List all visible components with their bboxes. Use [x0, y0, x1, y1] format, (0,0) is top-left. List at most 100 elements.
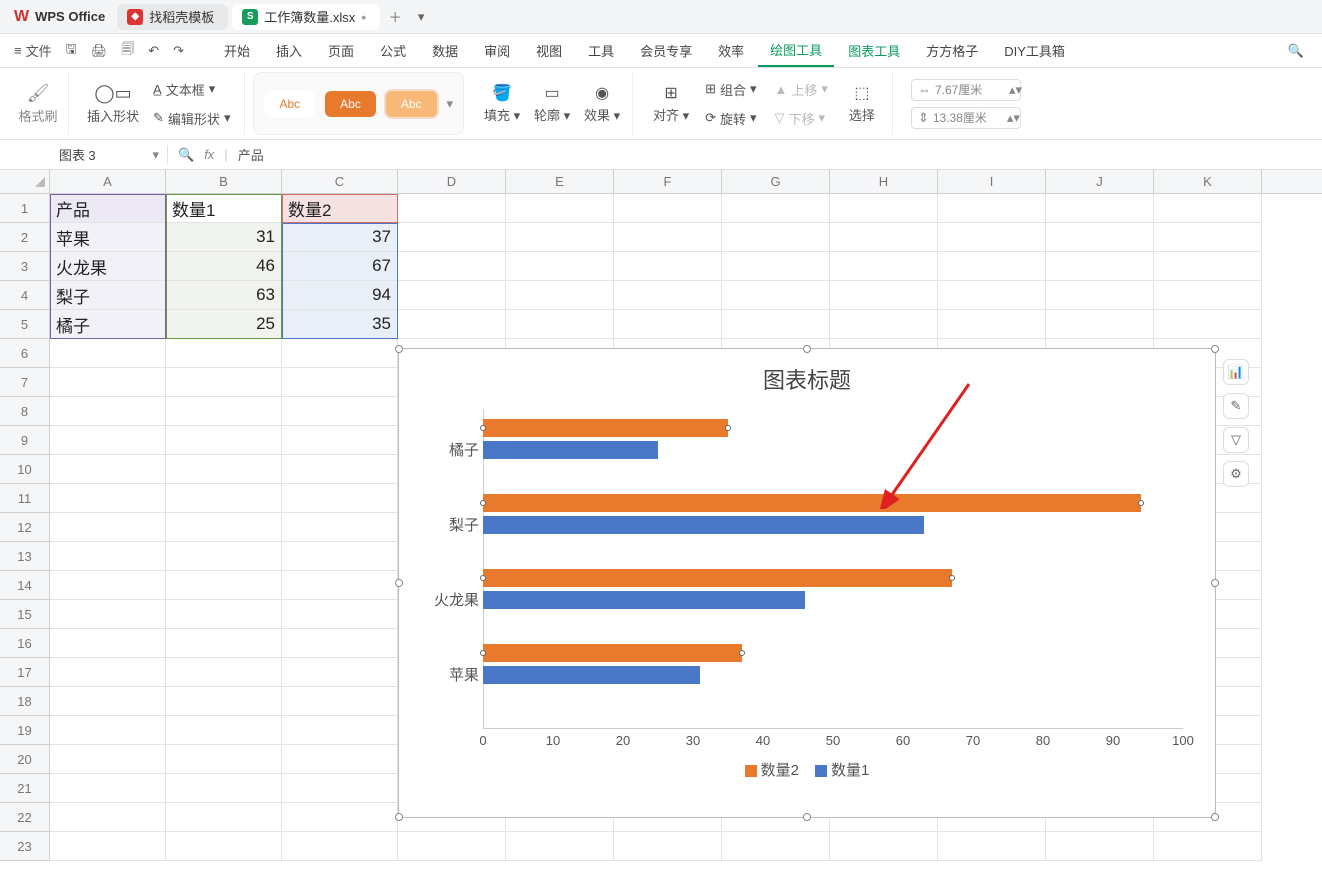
cell[interactable] [50, 571, 166, 600]
cell[interactable] [166, 716, 282, 745]
bar-数量2[interactable] [483, 644, 742, 662]
cell[interactable] [1154, 252, 1262, 281]
cell[interactable] [1154, 832, 1262, 861]
row-header[interactable]: 18 [0, 687, 50, 716]
cell[interactable] [398, 194, 506, 223]
menu-member[interactable]: 会员专享 [628, 35, 704, 66]
cell[interactable] [614, 281, 722, 310]
cell[interactable] [166, 687, 282, 716]
cell[interactable] [282, 426, 398, 455]
cell[interactable] [282, 745, 398, 774]
cell[interactable] [282, 687, 398, 716]
cell[interactable]: 数量2 [282, 194, 398, 223]
cell[interactable]: 产品 [50, 194, 166, 223]
outline-button[interactable]: ▭轮廓 ▾ [532, 83, 572, 124]
save-icon[interactable]: 🖫 [60, 36, 83, 66]
print-icon[interactable]: 🖨 [85, 39, 114, 63]
cell[interactable] [506, 832, 614, 861]
menu-formula[interactable]: 公式 [368, 35, 418, 66]
cell[interactable] [50, 687, 166, 716]
select-all-corner[interactable] [0, 170, 50, 193]
cell[interactable] [166, 600, 282, 629]
height-input[interactable]: ⇕▴▾ [911, 107, 1021, 129]
cell[interactable] [166, 339, 282, 368]
cell[interactable] [1046, 252, 1154, 281]
cell[interactable] [282, 716, 398, 745]
bar-数量2[interactable] [483, 494, 1141, 512]
cell[interactable] [50, 716, 166, 745]
cell[interactable] [830, 310, 938, 339]
cell[interactable]: 梨子 [50, 281, 166, 310]
cell[interactable] [1154, 223, 1262, 252]
cell[interactable] [166, 571, 282, 600]
search-button[interactable]: 🔍 [1278, 39, 1314, 63]
cell[interactable] [830, 194, 938, 223]
cell[interactable] [830, 281, 938, 310]
cell[interactable] [614, 194, 722, 223]
style-preset-2[interactable]: Abc [325, 91, 376, 117]
cell[interactable]: 35 [282, 310, 398, 339]
edit-shape-button[interactable]: ✎编辑形状▾ [149, 107, 234, 130]
cell[interactable] [166, 455, 282, 484]
chart-title[interactable]: 图表标题 [399, 349, 1215, 399]
row-header[interactable]: 14 [0, 571, 50, 600]
cell[interactable] [282, 658, 398, 687]
cell[interactable] [614, 832, 722, 861]
cell[interactable] [398, 832, 506, 861]
cell[interactable] [50, 629, 166, 658]
cell[interactable] [166, 629, 282, 658]
col-header-A[interactable]: A [50, 170, 166, 193]
preview-icon[interactable]: 🗐 [115, 36, 140, 66]
menu-insert[interactable]: 插入 [264, 35, 314, 66]
row-header[interactable]: 23 [0, 832, 50, 861]
cell[interactable]: 63 [166, 281, 282, 310]
redo-icon[interactable]: ↷ [167, 39, 190, 63]
cell[interactable] [938, 252, 1046, 281]
cell[interactable] [1154, 194, 1262, 223]
menu-data[interactable]: 数据 [420, 35, 470, 66]
cell[interactable] [166, 832, 282, 861]
cell[interactable] [1046, 310, 1154, 339]
cell[interactable] [282, 774, 398, 803]
row-header[interactable]: 1 [0, 194, 50, 223]
style-preset-3[interactable]: Abc [386, 91, 437, 117]
bar-数量2[interactable] [483, 419, 728, 437]
cell[interactable] [166, 745, 282, 774]
cell[interactable] [1154, 281, 1262, 310]
cell[interactable] [506, 252, 614, 281]
row-header[interactable]: 7 [0, 368, 50, 397]
cell[interactable] [938, 194, 1046, 223]
col-header-E[interactable]: E [506, 170, 614, 193]
menu-tools[interactable]: 工具 [576, 35, 626, 66]
cell[interactable]: 火龙果 [50, 252, 166, 281]
cell[interactable] [50, 774, 166, 803]
cell[interactable] [830, 223, 938, 252]
cell[interactable] [50, 658, 166, 687]
cell[interactable]: 31 [166, 223, 282, 252]
col-header-C[interactable]: C [282, 170, 398, 193]
cell[interactable] [166, 803, 282, 832]
col-header-F[interactable]: F [614, 170, 722, 193]
bar-数量1[interactable] [483, 591, 805, 609]
col-header-K[interactable]: K [1154, 170, 1262, 193]
row-header[interactable]: 12 [0, 513, 50, 542]
cell[interactable] [722, 281, 830, 310]
group-button[interactable]: ⊞组合▾ [701, 78, 760, 101]
cell[interactable] [50, 426, 166, 455]
chart-settings-button[interactable]: ⚙ [1223, 461, 1249, 487]
rotate-button[interactable]: ⟳旋转▾ [701, 107, 760, 130]
cell[interactable] [1046, 194, 1154, 223]
cell[interactable] [398, 223, 506, 252]
cell[interactable] [282, 629, 398, 658]
cell[interactable] [50, 484, 166, 513]
cell[interactable] [50, 803, 166, 832]
effect-button[interactable]: ◉效果 ▾ [582, 83, 622, 124]
menu-drawing-tools[interactable]: 绘图工具 [758, 34, 834, 67]
cell[interactable] [398, 310, 506, 339]
row-header[interactable]: 11 [0, 484, 50, 513]
insert-shape-button[interactable]: ◯▭插入形状 [87, 83, 139, 125]
menu-review[interactable]: 审阅 [472, 35, 522, 66]
cell[interactable] [166, 658, 282, 687]
cell[interactable] [50, 455, 166, 484]
cell[interactable] [722, 832, 830, 861]
